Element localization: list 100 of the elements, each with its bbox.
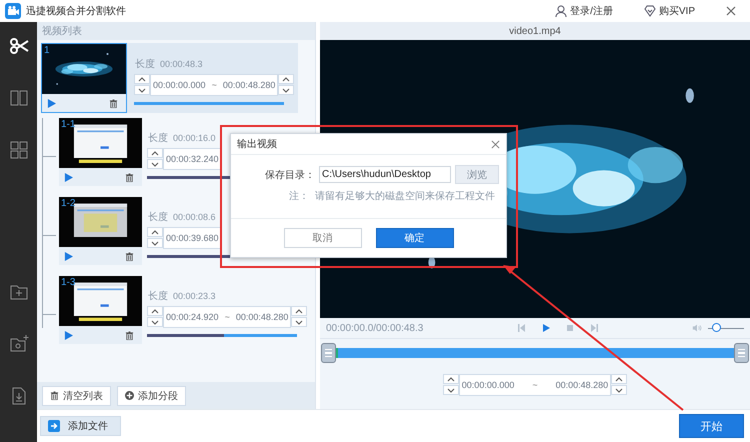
chevron-down-icon: [615, 388, 624, 392]
decrement-button[interactable]: [278, 85, 294, 95]
field-label: 保存目录：: [265, 168, 315, 182]
time-range-field[interactable]: 00:00:00.000 ~ 00:00:48.280: [150, 74, 278, 96]
decrement-button[interactable]: [147, 238, 163, 248]
folder-gear-icon[interactable]: [8, 334, 28, 354]
confirm-button[interactable]: 确定: [376, 228, 454, 248]
chevron-down-icon: [151, 240, 159, 246]
play-icon[interactable]: [540, 323, 551, 333]
duration-label: 长度: [148, 290, 168, 303]
plus-circle-icon: [125, 391, 134, 400]
video-item[interactable]: 1 长度 00:00:48.3 00:00:00.000 ~ 00:00:48.280: [41, 43, 298, 113]
file-import-icon: [48, 420, 60, 432]
play-icon[interactable]: [64, 330, 73, 340]
decrement-button[interactable]: [134, 85, 150, 95]
close-icon[interactable]: [726, 6, 736, 16]
time-range-field[interactable]: 00:00:32.240: [163, 148, 222, 170]
chevron-up-icon: [446, 376, 455, 382]
trash-icon[interactable]: [125, 252, 134, 260]
start-time: 00:00:00.000: [153, 80, 206, 90]
end-time: 00:00:48.280: [222, 80, 276, 90]
duration-label: 长度: [148, 132, 168, 145]
add-segment-button[interactable]: 添加分段: [117, 386, 186, 406]
duration-label: 长度: [148, 210, 168, 224]
scissors-icon[interactable]: [8, 36, 28, 56]
chevron-up-icon: [151, 230, 159, 234]
login-link[interactable]: 登录/注册: [555, 4, 613, 18]
chevron-up-icon: [615, 376, 624, 382]
decrement-button[interactable]: [147, 317, 163, 327]
time-range-field[interactable]: 00:00:39.680: [163, 227, 222, 249]
increment-button[interactable]: [442, 374, 459, 384]
range-end-handle[interactable]: [734, 343, 749, 363]
increment-button[interactable]: [134, 74, 150, 84]
volume-slider[interactable]: [708, 323, 744, 333]
range-separator: ~: [212, 80, 217, 90]
start-time: 00:00:24.920: [166, 312, 219, 322]
end-time: 00:00:48.280: [556, 380, 608, 390]
start-time: 00:00:00.000: [462, 380, 514, 390]
chevron-up-icon: [151, 308, 159, 314]
chevron-down-icon: [138, 88, 146, 92]
panel-title: 视频列表: [42, 24, 82, 38]
increment-button[interactable]: [147, 148, 163, 158]
diamond-icon: [644, 5, 656, 17]
save-path-field[interactable]: C:\Users\hudun\Desktop: [319, 166, 451, 183]
range-separator: ~: [532, 380, 538, 390]
chevron-up-icon: [138, 76, 146, 82]
increment-button[interactable]: [147, 306, 163, 316]
trash-icon[interactable]: [125, 330, 134, 340]
range-separator: ~: [224, 312, 230, 322]
range-track[interactable]: [336, 348, 734, 358]
video-title: video1.mp4: [509, 26, 561, 36]
dialog-title: 输出视频: [237, 138, 277, 151]
play-icon[interactable]: [64, 172, 73, 182]
chevron-up-icon: [282, 76, 290, 82]
start-time: 00:00:32.240: [166, 154, 219, 164]
columns-icon[interactable]: [8, 88, 28, 108]
trash-icon[interactable]: [125, 172, 134, 182]
cancel-button[interactable]: 取消: [284, 228, 362, 248]
range-start-handle[interactable]: [321, 343, 336, 363]
clip-number: 1: [44, 45, 50, 56]
app-logo-icon: [5, 3, 21, 19]
clear-list-button[interactable]: 清空列表: [42, 386, 111, 406]
duration-value: 00:00:23.3: [173, 291, 216, 301]
increment-button[interactable]: [291, 306, 308, 316]
chevron-up-icon: [151, 150, 159, 156]
decrement-button[interactable]: [611, 385, 628, 395]
clip-number: 1-1: [61, 119, 76, 130]
trash-icon[interactable]: [109, 98, 118, 108]
chevron-down-icon: [446, 388, 455, 392]
chevron-down-icon: [151, 320, 159, 324]
time-range-field[interactable]: 00:00:00.000 ~ 00:00:48.280: [458, 374, 612, 396]
increment-button[interactable]: [278, 74, 294, 84]
duration-value: 00:00:16.0: [173, 133, 216, 143]
decrement-button[interactable]: [291, 317, 308, 327]
buy-vip-link[interactable]: 购买VIP: [644, 4, 695, 18]
user-icon: [555, 5, 568, 17]
browse-button[interactable]: 浏览: [455, 165, 499, 184]
grid-icon[interactable]: [8, 140, 28, 160]
end-time: 00:00:48.280: [236, 312, 288, 322]
duration-label: 长度: [135, 58, 155, 71]
play-icon[interactable]: [47, 98, 56, 108]
chevron-up-icon: [295, 308, 304, 314]
start-button[interactable]: 开始: [679, 414, 744, 438]
window-title: 迅捷视频合并分割软件: [26, 4, 126, 18]
close-icon[interactable]: [491, 140, 500, 148]
add-file-button[interactable]: 添加文件: [40, 416, 121, 436]
decrement-button[interactable]: [147, 159, 163, 169]
increment-button[interactable]: [611, 374, 628, 384]
duration-value: 00:00:48.3: [160, 59, 203, 69]
play-icon[interactable]: [64, 252, 73, 260]
increment-button[interactable]: [147, 227, 163, 237]
chevron-down-icon: [295, 320, 304, 324]
chevron-down-icon: [151, 162, 159, 166]
trash-icon: [50, 391, 59, 400]
time-range-field[interactable]: 00:00:24.920 ~ 00:00:48.280: [163, 306, 292, 328]
duration-value: 00:00:08.6: [173, 212, 216, 222]
note-text: 请留有足够大的磁盘空间来保存工程文件: [315, 190, 495, 203]
decrement-button[interactable]: [442, 385, 459, 395]
note-label: 注：: [289, 190, 309, 203]
clip-number: 1-3: [61, 277, 76, 288]
